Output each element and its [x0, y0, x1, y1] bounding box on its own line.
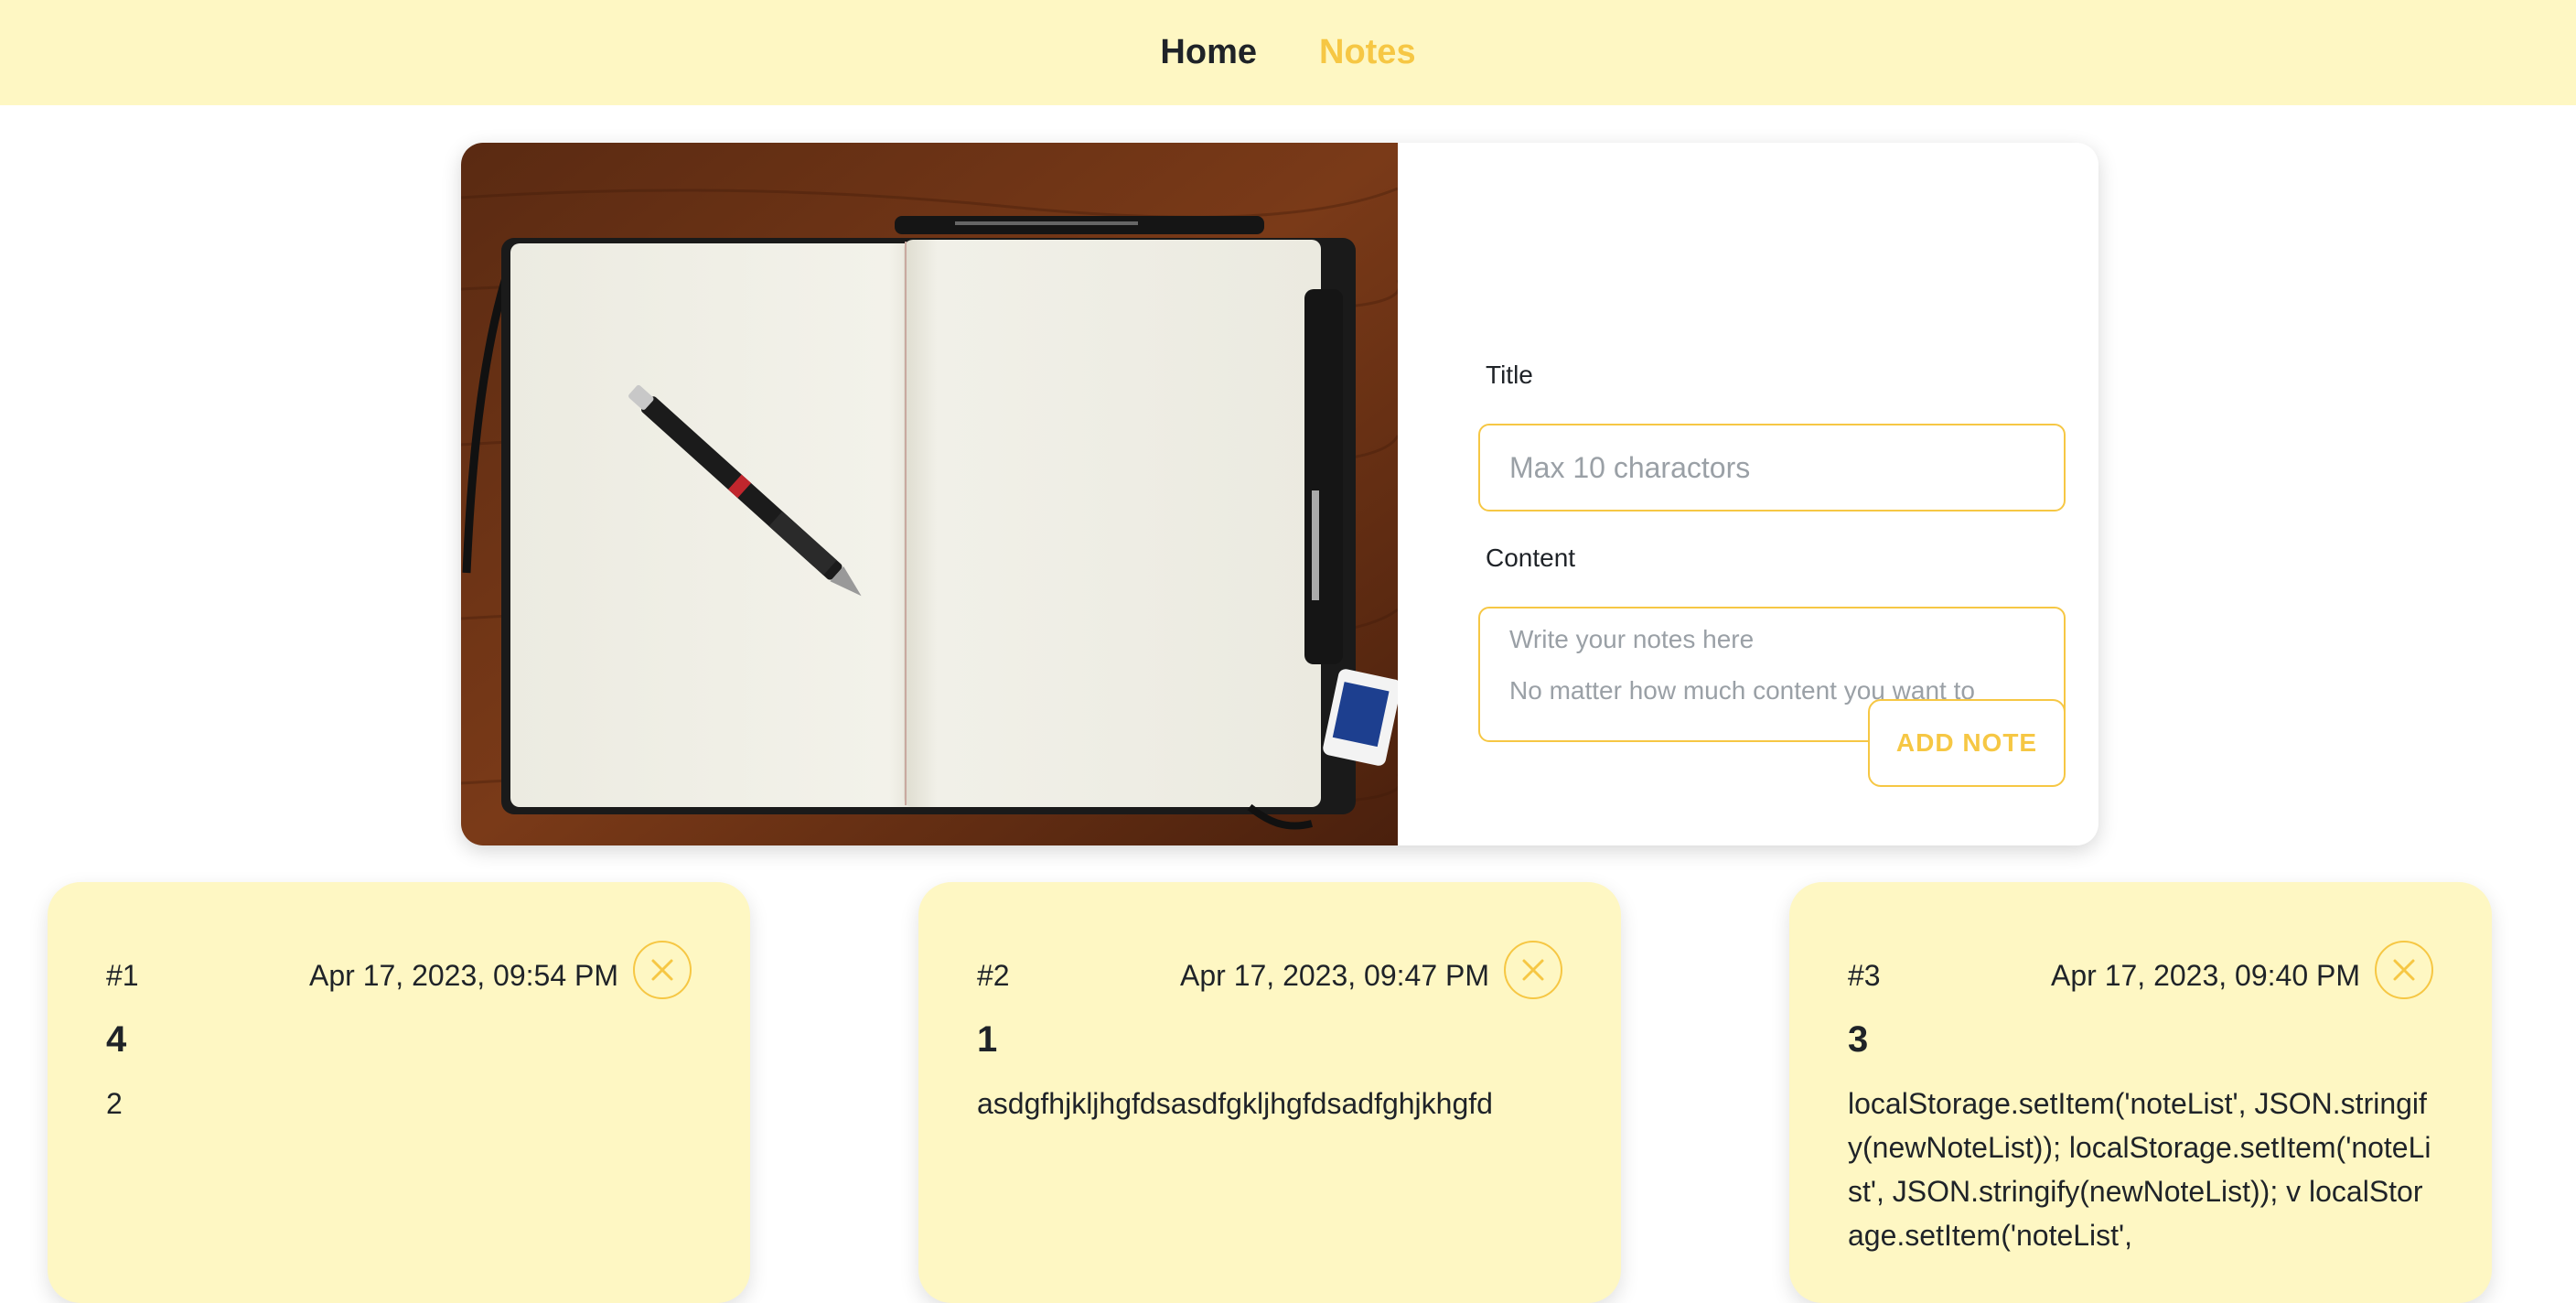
nav-notes-link[interactable]: Notes — [1319, 33, 1416, 72]
top-nav: Home Notes — [0, 0, 2576, 105]
delete-note-button[interactable] — [633, 941, 692, 999]
note-composer-card: Title Content ADD NOTE — [461, 143, 2098, 845]
note-date: Apr 17, 2023, 09:47 PM — [1180, 959, 1489, 992]
note-card: #2 Apr 17, 2023, 09:47 PM 1 asdgfhjkljhg… — [918, 882, 1621, 1303]
close-icon — [1522, 959, 1544, 981]
delete-note-button[interactable] — [1504, 941, 1562, 999]
note-body: asdgfhjkljhgfdsasdfgkljhgfdsadfghjkhgfd — [977, 1087, 1493, 1120]
content-label: Content — [1486, 544, 1576, 572]
note-title: 4 — [106, 1019, 127, 1060]
note-title: 3 — [1848, 1019, 1869, 1060]
add-note-button[interactable]: ADD NOTE — [1868, 699, 2066, 787]
note-index: #1 — [106, 959, 139, 992]
note-card: #3 Apr 17, 2023, 09:40 PM 3 localStorage… — [1789, 882, 2492, 1303]
note-index: #2 — [977, 959, 1010, 992]
note-body: localStorage.setItem('noteList', JSON.st… — [1848, 1087, 2431, 1252]
delete-note-button[interactable] — [2375, 941, 2433, 999]
note-date: Apr 17, 2023, 09:40 PM — [2051, 959, 2360, 992]
close-icon — [2393, 959, 2415, 981]
title-label: Title — [1486, 361, 1533, 389]
title-input[interactable] — [1478, 424, 2066, 512]
note-card: #1 Apr 17, 2023, 09:54 PM 4 2 — [48, 882, 750, 1303]
close-icon — [651, 959, 673, 981]
note-date: Apr 17, 2023, 09:54 PM — [309, 959, 618, 992]
note-index: #3 — [1848, 959, 1881, 992]
note-title: 1 — [977, 1019, 998, 1060]
notebook-photo — [461, 143, 1398, 845]
note-form: Title Content ADD NOTE — [1398, 143, 2098, 845]
nav-home-link[interactable]: Home — [1160, 33, 1257, 72]
note-body: 2 — [106, 1087, 123, 1120]
